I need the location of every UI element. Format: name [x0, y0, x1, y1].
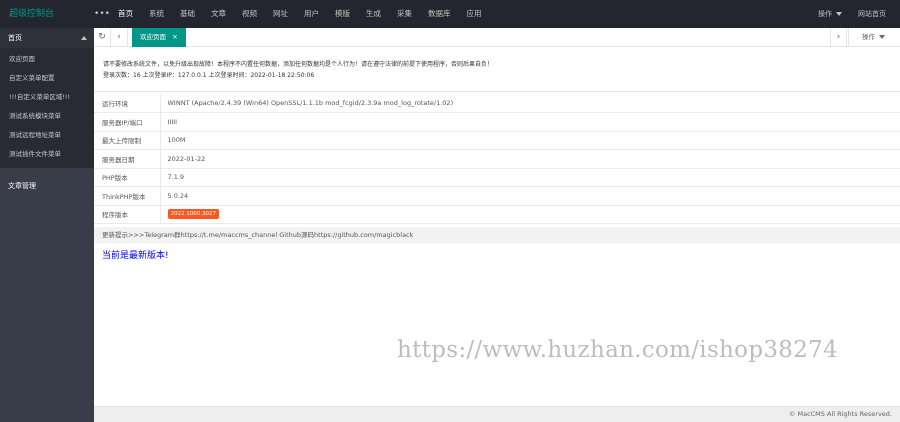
nav-apps[interactable]: 应用 [459, 0, 490, 28]
update-notice: 更新提示>>>Telegram群https://t.me/maccms_chan… [94, 227, 900, 243]
sidebar-item-custom-menu-config[interactable]: 自定义菜单配置 [0, 69, 94, 88]
nav-basic[interactable]: 基础 [172, 0, 203, 28]
caret-up-icon [81, 36, 87, 40]
info-key: 最大上传限制 [94, 131, 161, 150]
nav-template[interactable]: 模版 [327, 0, 358, 28]
watermark: https://www.huzhan.com/ishop38274 [397, 337, 839, 363]
refresh-icon[interactable]: ↻ [94, 28, 111, 47]
sidebar-item-custom-menu-area[interactable]: !!!自定义菜单区域!!! [0, 88, 94, 107]
sidebar-items: 欢迎页面 自定义菜单配置 !!!自定义菜单区域!!! 测试系统模块菜单 测试远程… [0, 48, 94, 168]
table-row: ThinkPHP版本 5.0.24 [94, 186, 900, 206]
sidebar-item-test-system-module[interactable]: 测试系统模块菜单 [0, 107, 94, 126]
top-header: 超级控制台 ••• 首页 系统 基础 文章 视频 网址 用户 模版 生成 采集 … [0, 0, 900, 28]
table-row: PHP版本 7.1.9 [94, 168, 900, 187]
chevron-right-icon[interactable]: › [830, 28, 847, 47]
info-key: ThinkPHP版本 [94, 186, 161, 206]
tab-welcome[interactable]: 欢迎页面 × [132, 28, 186, 47]
table-row: 服务器日期 2022-01-22 [94, 149, 900, 169]
divider [94, 91, 900, 92]
latest-version-text: 当前是最新版本! [102, 251, 169, 261]
top-actions-dropdown[interactable]: 操作 [810, 9, 850, 19]
close-icon[interactable]: × [172, 33, 178, 41]
tab-label: 欢迎页面 [140, 33, 166, 41]
sidebar-item-test-plugin-file[interactable]: 测试插件文件菜单 [0, 145, 94, 164]
footer: © MacCMS All Rights Reserved. [94, 406, 900, 422]
info-key: 服务器IP/端口 [94, 112, 161, 132]
sidebar-item-welcome[interactable]: 欢迎页面 [0, 50, 94, 69]
nav-article[interactable]: 文章 [203, 0, 234, 28]
dots-icon[interactable]: ••• [94, 9, 110, 19]
table-row: 服务器IP/端口 IIIII [94, 112, 900, 132]
sidebar-group-home[interactable]: 首页 [0, 28, 94, 48]
table-row: 程序版本 2022.1000.3027 [94, 205, 900, 224]
main-content: 请不要修改系统文件，以免升级出现故障！本程序不内置任何数据，添加任何数据均是个人… [94, 47, 900, 406]
server-info-table: 运行环境 WINNT (Apache/2.4.39 (Win64) OpenSSL… [94, 94, 900, 224]
nav-system[interactable]: 系统 [141, 0, 172, 28]
app-logo[interactable]: 超级控制台 [0, 0, 94, 28]
info-value: IIIII [160, 112, 900, 132]
sidebar-group-label: 首页 [8, 34, 22, 42]
top-nav: 首页 系统 基础 文章 视频 网址 用户 模版 生成 采集 数据库 应用 [110, 0, 490, 28]
copyright: © MacCMS All Rights Reserved. [788, 410, 892, 418]
sidebar: 首页 欢迎页面 自定义菜单配置 !!!自定义菜单区域!!! 测试系统模块菜单 测… [0, 28, 94, 422]
top-right-actions: 操作 网站首页 [810, 0, 894, 28]
nav-video[interactable]: 视频 [234, 0, 265, 28]
info-key: 服务器日期 [94, 149, 161, 169]
sidebar-item-test-remote-url[interactable]: 测试远程地址菜单 [0, 126, 94, 145]
site-home-link[interactable]: 网站首页 [850, 9, 894, 19]
top-actions-label: 操作 [818, 10, 832, 18]
tab-actions-dropdown[interactable]: 操作 [848, 28, 900, 47]
login-info: 登录次数：16 上次登录IP：127.0.0.1 上次登录时间：2022-01-… [103, 72, 315, 79]
version-badge: 2022.1000.3027 [167, 209, 219, 220]
info-key: PHP版本 [94, 168, 161, 187]
caret-down-icon [879, 35, 885, 39]
nav-collect[interactable]: 采集 [389, 0, 420, 28]
tab-actions-label: 操作 [862, 33, 875, 41]
caret-down-icon [836, 12, 842, 16]
info-value: 5.0.24 [160, 186, 900, 206]
info-value: WINNT (Apache/2.4.39 (Win64) OpenSSL/1.1… [160, 94, 900, 113]
chevron-left-icon[interactable]: ‹ [111, 28, 128, 47]
nav-home[interactable]: 首页 [110, 0, 141, 28]
info-value: 100M [160, 131, 900, 150]
sidebar-group-article[interactable]: 文章管理 [0, 176, 94, 196]
notice-warning: 请不要修改系统文件，以免升级出现故障！本程序不内置任何数据，添加任何数据均是个人… [103, 61, 494, 68]
nav-user[interactable]: 用户 [296, 0, 327, 28]
tab-bar: ↻ ‹ 欢迎页面 × › 操作 [94, 28, 900, 47]
info-key: 程序版本 [94, 205, 161, 224]
info-value: 7.1.9 [160, 168, 900, 187]
notice-box: 请不要修改系统文件，以免升级出现故障！本程序不内置任何数据，添加任何数据均是个人… [103, 59, 493, 81]
info-value: 2022.1000.3027 [160, 205, 900, 224]
nav-generate[interactable]: 生成 [358, 0, 389, 28]
nav-website[interactable]: 网址 [265, 0, 296, 28]
nav-database[interactable]: 数据库 [420, 0, 459, 28]
info-value: 2022-01-22 [160, 149, 900, 169]
info-key: 运行环境 [94, 94, 161, 113]
table-row: 运行环境 WINNT (Apache/2.4.39 (Win64) OpenSSL… [94, 94, 900, 113]
table-row: 最大上传限制 100M [94, 131, 900, 150]
